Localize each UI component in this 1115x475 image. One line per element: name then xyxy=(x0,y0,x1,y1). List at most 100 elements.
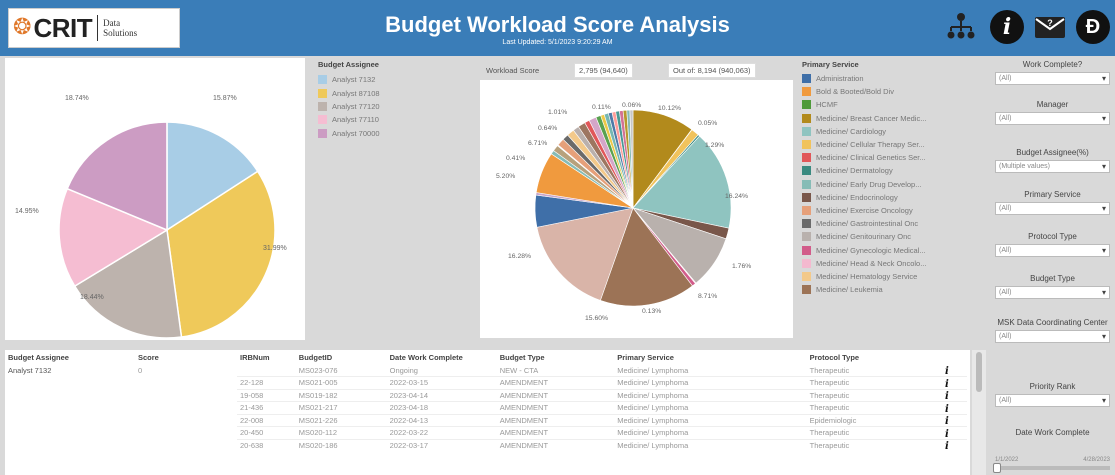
filter-dropdown[interactable]: (All) xyxy=(995,112,1110,125)
legend-item[interactable]: Medicine/ Head & Neck Oncolo... xyxy=(802,257,984,270)
table-cell: MS019-182 xyxy=(298,390,338,400)
legend-item[interactable]: Medicine/ Dermatology xyxy=(802,164,984,177)
row-info-icon[interactable]: i xyxy=(945,416,949,427)
slice-label: 1.01% xyxy=(548,109,567,116)
table-scrollbar[interactable] xyxy=(972,350,986,475)
legend-item[interactable]: Analyst 77110 xyxy=(318,113,468,126)
slice-label: 16.24% xyxy=(725,193,748,200)
legend-item[interactable]: Medicine/ Hematology Service xyxy=(802,270,984,283)
table-row[interactable]: 22-128 MS021-005 2022-03-15 AMENDMENT Medici… xyxy=(237,376,967,390)
row-info-icon[interactable]: i xyxy=(945,441,949,452)
filter-dropdown[interactable]: (All) xyxy=(995,244,1110,257)
filter-dropdown[interactable]: (All) xyxy=(995,202,1110,215)
slice-label: 0.06% xyxy=(622,102,641,109)
filter-priority-rank: Priority Rank (All) xyxy=(995,382,1110,407)
workload-outof: Out of: 8,194 (940,063) xyxy=(668,63,756,78)
slice-label: 15.60% xyxy=(585,315,608,322)
table-cell: 22-128 xyxy=(240,378,264,388)
table-cell: MS021-217 xyxy=(298,403,338,413)
legend-item[interactable]: Administration xyxy=(802,72,984,85)
legend-item[interactable]: Medicine/ Leukemia xyxy=(802,283,984,296)
table-row[interactable]: MS023-076 Ongoing NEW - CTA Medicine/ Lymph… xyxy=(237,364,967,377)
row-info-icon[interactable]: i xyxy=(945,379,949,390)
col-header[interactable]: Score xyxy=(135,350,215,364)
assignee-pie-chart: 15.87% 31.99% 18.44% 14.95% 18.74% xyxy=(15,95,287,339)
legend-item[interactable]: Medicine/ Cardiology xyxy=(802,125,984,138)
row-info-icon[interactable]: i xyxy=(945,429,949,440)
legend-item[interactable]: Analyst 70000 xyxy=(318,127,468,140)
legend-label: Medicine/ Hematology Service xyxy=(816,271,918,281)
col-header[interactable]: IRBNum xyxy=(237,350,296,364)
legend-label: Administration xyxy=(816,74,864,84)
legend-item[interactable]: Medicine/ Endocrinology xyxy=(802,191,984,204)
slider-handle[interactable] xyxy=(993,463,1001,473)
col-header[interactable]: Budget Type xyxy=(497,350,615,364)
legend-item[interactable]: Medicine/ Gastrointestinal Onc xyxy=(802,217,984,230)
row-info-icon[interactable]: i xyxy=(945,404,949,415)
legend-item[interactable]: Analyst 7132 xyxy=(318,73,468,86)
filter-dropdown[interactable]: (Multiple values) xyxy=(995,160,1110,173)
filter-title: Primary Service xyxy=(1024,190,1081,199)
legend-swatch xyxy=(802,179,811,189)
mail-icon[interactable]: ? xyxy=(1033,10,1067,44)
legend-item[interactable]: Medicine/ Clinical Genetics Ser... xyxy=(802,151,984,164)
legend-item[interactable]: Medicine/ Exercise Oncology xyxy=(802,204,984,217)
scrollbar-thumb[interactable] xyxy=(976,352,982,392)
table-row[interactable]: 20-450 MS020-112 2022-03-22 AMENDMENT Medici… xyxy=(237,426,967,440)
legend-swatch xyxy=(802,126,811,136)
col-header[interactable]: Budget Assignee xyxy=(5,350,135,364)
filter-dropdown[interactable]: (All) xyxy=(995,394,1110,407)
legend-label: Bold & Booted/Bold Div xyxy=(816,87,894,97)
col-header[interactable]: Primary Service xyxy=(614,350,806,364)
table-row[interactable]: 21-436 MS021-217 2023-04-18 AMENDMENT Medici… xyxy=(237,401,967,415)
legend-swatch xyxy=(802,74,811,84)
filter-title: Budget Assignee(%) xyxy=(1016,148,1089,157)
legend-item[interactable]: Analyst 87108 xyxy=(318,86,468,99)
col-header[interactable]: Protocol Type xyxy=(807,350,967,364)
filter-protocol-type: Protocol Type (All) xyxy=(995,232,1110,257)
legend-item[interactable]: Medicine/ Breast Cancer Medic... xyxy=(802,112,984,125)
legend-item[interactable]: Medicine/ Genitourinary Onc xyxy=(802,230,984,243)
legend-item[interactable]: HCMF xyxy=(802,98,984,111)
table-row[interactable]: 22-008 MS021-226 2022-04-13 AMENDMENT Medici… xyxy=(237,414,967,427)
legend-swatch xyxy=(802,245,811,255)
table-row[interactable]: 20-638 MS020-186 2022-03-17 AMENDMENT Medici… xyxy=(237,439,967,452)
table-cell: Medicine/ Lymphoma xyxy=(617,441,689,450)
row-info-icon[interactable]: i xyxy=(945,391,949,402)
date-range-slider[interactable] xyxy=(993,463,1110,473)
slice-label: 0.64% xyxy=(538,125,557,132)
service-pie-chart: 10.12% 0.05% 1.29% 16.24% 1.76% 8.71% 0.13% 15.… xyxy=(496,102,751,322)
col-header[interactable]: Date Work Complete xyxy=(387,350,497,364)
table-cell: Therapeutic xyxy=(809,365,850,375)
table-row[interactable]: 19-058 MS019-182 2023-04-14 AMENDMENT Medici… xyxy=(237,389,967,402)
legend-swatch xyxy=(802,192,811,202)
row-info-icon[interactable]: i xyxy=(945,366,949,377)
filter-dropdown[interactable]: (All) xyxy=(995,286,1110,299)
filter-title: Manager xyxy=(1036,100,1069,109)
table-row[interactable]: Analyst 7132 0 xyxy=(5,364,215,377)
col-header[interactable]: BudgetID xyxy=(296,350,387,364)
filter-dropdown[interactable]: (All) xyxy=(995,330,1110,343)
legend-swatch xyxy=(802,232,811,242)
table-cell: 2022-03-22 xyxy=(389,428,428,438)
slice-label: 0.05% xyxy=(698,120,717,127)
filter-dropdown[interactable]: (All) xyxy=(995,72,1110,85)
workload-label: Workload Score xyxy=(486,66,540,75)
legend-item[interactable]: Medicine/ Early Drug Develop... xyxy=(802,178,984,191)
assignee-pie-panel: 15.87% 31.99% 18.44% 14.95% 18.74% xyxy=(5,58,305,340)
brand-icon[interactable]: Ð xyxy=(1076,10,1110,44)
legend-item[interactable]: Medicine/ Gynecologic Medical... xyxy=(802,243,984,256)
legend-swatch xyxy=(802,153,811,163)
filter-sidebar: Work Complete? (All) Manager (All) Budget As… xyxy=(990,56,1115,475)
org-chart-icon[interactable] xyxy=(944,10,978,44)
info-icon[interactable]: i xyxy=(990,10,1024,44)
legend-item[interactable]: Bold & Booted/Bold Div xyxy=(802,85,984,98)
filter-title: Priority Rank xyxy=(1029,382,1076,391)
legend-item[interactable]: Analyst 77120 xyxy=(318,100,468,113)
table-cell: Medicine/ Lymphoma xyxy=(617,415,689,425)
legend-swatch xyxy=(802,140,811,150)
legend-item[interactable]: Medicine/ Cellular Therapy Ser... xyxy=(802,138,984,151)
table-cell: Therapeutic xyxy=(809,428,850,438)
table-cell: 2022-04-13 xyxy=(389,415,428,425)
filter-work-complete: Work Complete? (All) xyxy=(995,60,1110,85)
